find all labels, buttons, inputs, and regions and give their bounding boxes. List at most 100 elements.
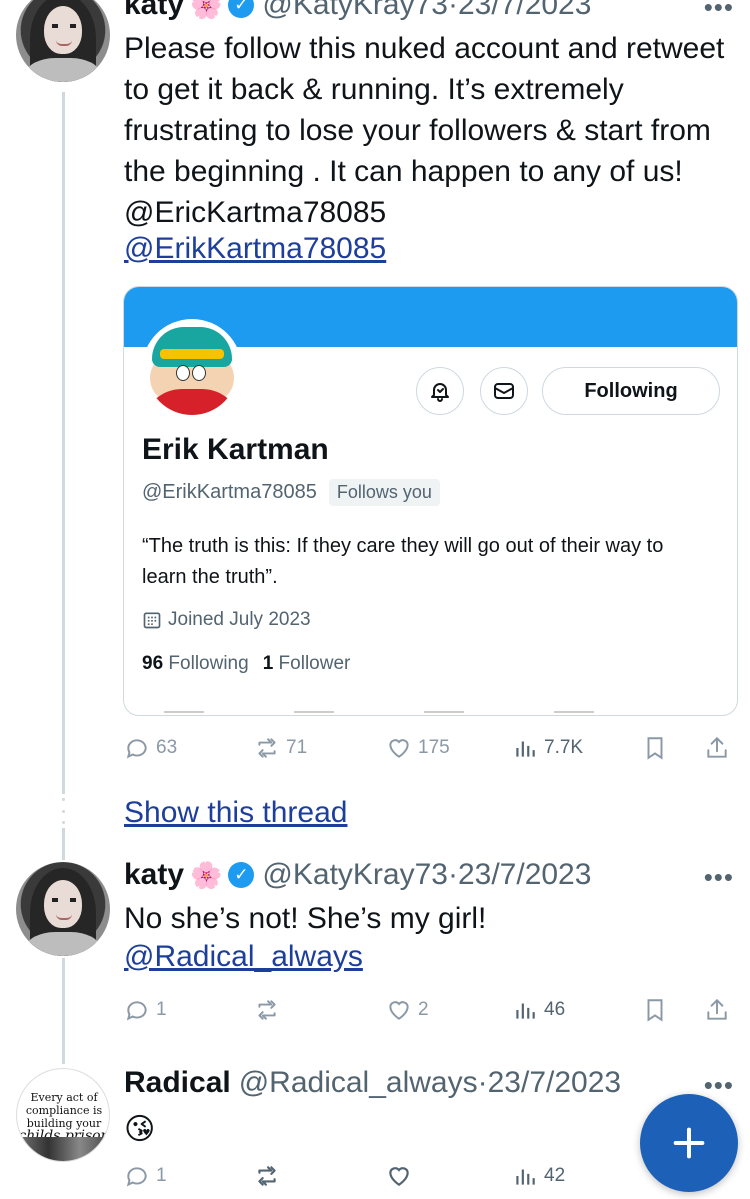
tweet-header: katy 🌸 ✓ @KatyKray73 · 23/7/2023	[124, 858, 591, 892]
retweet-icon	[258, 1000, 276, 1020]
heart-icon	[389, 1167, 409, 1186]
like-button[interactable]: 175	[386, 732, 450, 764]
heart-icon	[389, 1001, 409, 1020]
retweet-icon	[258, 738, 276, 758]
calendar-icon	[143, 612, 161, 629]
profile-handle: @ErikKartma78085	[142, 481, 317, 503]
bar-chart-icon	[516, 1169, 535, 1185]
notify-button[interactable]	[416, 367, 464, 415]
verified-badge-icon: ✓	[228, 0, 255, 18]
bookmark-icon	[647, 737, 663, 760]
retweet-button[interactable]	[254, 1160, 280, 1192]
retweet-icon	[258, 1166, 276, 1186]
plus-icon	[673, 1127, 705, 1159]
views-button[interactable]: 7.7K	[512, 732, 583, 764]
thread-dots	[61, 798, 66, 824]
tweet-actions: 63 71 175 7.7K	[124, 732, 736, 764]
tweet-text: No she’s not! She’s my girl!	[124, 902, 487, 935]
retweet-button[interactable]: 71	[254, 732, 307, 764]
more-options-icon[interactable]: •••	[704, 1070, 734, 1101]
share-button[interactable]	[704, 732, 730, 764]
separator: ·	[477, 1066, 488, 1099]
reply-icon	[126, 739, 147, 759]
tweet-header: Radical @Radical_always · 23/7/2023	[124, 1066, 621, 1100]
thread-line	[62, 92, 65, 794]
bookmark-button[interactable]	[642, 994, 668, 1026]
profile-bio: “The truth is this: If they care they wi…	[142, 535, 664, 588]
like-button[interactable]	[386, 1160, 412, 1192]
thread-line	[62, 828, 65, 860]
card-tabs-cut	[124, 711, 737, 715]
retweet-button[interactable]	[254, 994, 280, 1026]
bell-plus-icon	[431, 383, 449, 402]
view-count: 42	[544, 1165, 566, 1186]
thread-line	[62, 958, 65, 1064]
bookmark-button[interactable]	[642, 732, 668, 764]
follows-you-badge: Follows you	[328, 479, 440, 506]
flower-emoji: 🌸	[190, 0, 223, 20]
verified-badge-icon: ✓	[228, 862, 255, 888]
tweet-header: katy 🌸 ✓ @KatyKray73 · 23/7/2023	[124, 0, 591, 22]
share-icon	[707, 736, 727, 758]
like-count: 175	[418, 737, 450, 758]
more-options-icon[interactable]: •••	[704, 0, 734, 23]
show-thread-link[interactable]: Show this thread	[124, 796, 347, 830]
profile-joined: Joined July 2023	[142, 609, 311, 631]
profile-name: Erik Kartman	[142, 433, 329, 466]
author-handle[interactable]: @Radical_always	[239, 1066, 478, 1100]
followers-stat[interactable]: 1 Follower	[263, 653, 351, 675]
profile-avatar[interactable]	[142, 319, 242, 419]
reply-button[interactable]: 1	[124, 1160, 167, 1192]
thread-view: katy 🌸 ✓ @KatyKray73 · 23/7/2023 ••• Ple…	[0, 0, 750, 1199]
following-button[interactable]: Following	[542, 367, 720, 415]
author-name[interactable]: katy	[124, 0, 184, 22]
reply-count: 1	[156, 1165, 167, 1186]
tweet-date[interactable]: 23/7/2023	[458, 858, 591, 892]
avatar[interactable]	[16, 0, 110, 82]
more-options-icon[interactable]: •••	[704, 862, 734, 893]
flower-emoji: 🌸	[190, 859, 223, 890]
author-name[interactable]: Radical	[124, 1066, 231, 1100]
reply-icon	[126, 1167, 147, 1187]
views-button[interactable]: 42	[512, 1160, 565, 1192]
reply-icon	[126, 1001, 147, 1021]
mention-link[interactable]: @ErikKartma78085	[124, 232, 386, 266]
tweet-text: Please follow this nuked account and ret…	[124, 32, 725, 229]
separator: ·	[447, 858, 458, 891]
author-handle[interactable]: @KatyKray73	[262, 0, 448, 22]
profile-card[interactable]: Following Erik Kartman @ErikKartma78085 …	[123, 286, 738, 716]
views-button[interactable]: 46	[512, 994, 565, 1026]
following-stat[interactable]: 96 Following	[142, 653, 249, 675]
separator: ·	[447, 0, 458, 21]
tweet-actions: 1 2 46	[124, 994, 736, 1026]
message-button[interactable]	[480, 367, 528, 415]
reply-button[interactable]: 1	[124, 994, 167, 1026]
bar-chart-icon	[516, 741, 535, 757]
share-button[interactable]	[704, 994, 730, 1026]
bar-chart-icon	[516, 1003, 535, 1019]
tweet-text: 😘	[124, 1113, 156, 1146]
avatar[interactable]: Every act of compliance is building your…	[16, 1068, 110, 1162]
profile-stats: 96 Following 1 Follower	[142, 653, 350, 675]
heart-icon	[389, 739, 409, 758]
reply-count: 63	[156, 737, 178, 758]
tweet-date[interactable]: 23/7/2023	[458, 0, 591, 22]
view-count: 7.7K	[544, 737, 584, 758]
author-handle[interactable]: @KatyKray73	[262, 858, 448, 892]
like-button[interactable]: 2	[386, 994, 429, 1026]
view-count: 46	[544, 999, 566, 1020]
mention-link[interactable]: @Radical_always	[124, 940, 363, 974]
envelope-icon	[494, 383, 514, 399]
avatar[interactable]	[16, 862, 110, 956]
reply-count: 1	[156, 999, 167, 1020]
joined-text: Joined July 2023	[168, 609, 311, 630]
retweet-count: 71	[286, 737, 308, 758]
reply-button[interactable]: 63	[124, 732, 177, 764]
share-icon	[707, 998, 727, 1020]
author-name[interactable]: katy	[124, 858, 184, 892]
tweet-date[interactable]: 23/7/2023	[488, 1066, 621, 1100]
bookmark-icon	[647, 999, 663, 1022]
like-count: 2	[418, 999, 429, 1020]
compose-button[interactable]	[640, 1094, 738, 1192]
profile-handle-row: @ErikKartma78085 Follows you	[142, 479, 440, 506]
